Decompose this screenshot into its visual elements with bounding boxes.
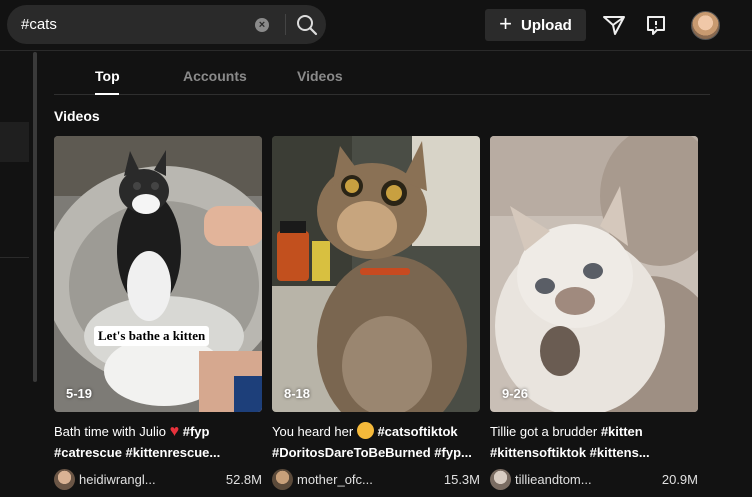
top-bar: × + Upload bbox=[0, 0, 752, 51]
caption-text: Tillie got a brudder bbox=[490, 424, 601, 439]
inbox-button[interactable] bbox=[643, 12, 669, 38]
hashtags[interactable]: #DoritosDareToBeBurned #fyp... bbox=[272, 445, 472, 460]
user-avatar[interactable] bbox=[54, 469, 75, 490]
video-caption[interactable]: Bath time with Julio ♥ #fyp #catrescue #… bbox=[54, 421, 262, 463]
plus-icon: + bbox=[499, 11, 512, 36]
sidebar-scrollbar[interactable] bbox=[33, 52, 37, 382]
video-date: 9-26 bbox=[502, 386, 529, 401]
tab-top[interactable]: Top bbox=[95, 68, 120, 84]
video-caption[interactable]: You heard her #catsoftiktok #DoritosDare… bbox=[272, 421, 480, 463]
hashtags[interactable]: #catrescue #kittenrescue... bbox=[54, 445, 220, 460]
user-avatar[interactable] bbox=[272, 469, 293, 490]
search-icon bbox=[297, 15, 318, 36]
video-thumbnail[interactable]: 8-18 bbox=[272, 136, 480, 412]
face-emoji-icon bbox=[356, 422, 374, 439]
message-icon bbox=[647, 16, 665, 35]
user-avatar[interactable] bbox=[490, 469, 511, 490]
hashtag[interactable]: #fyp bbox=[183, 424, 210, 439]
caption-text: Bath time with Julio bbox=[54, 424, 170, 439]
profile-avatar[interactable] bbox=[691, 11, 720, 40]
video-card[interactable]: 8-18 You heard her #catsoftiktok #Dorito… bbox=[272, 136, 480, 491]
video-date: 5-19 bbox=[66, 386, 93, 401]
clear-search-icon[interactable]: × bbox=[255, 18, 269, 32]
sidebar-divider bbox=[0, 257, 29, 258]
tab-videos[interactable]: Videos bbox=[297, 68, 343, 84]
video-card[interactable]: Let's bathe a kitten 5-19 Bath time with… bbox=[54, 136, 262, 491]
hashtags[interactable]: #kittensoftiktok #kittens... bbox=[490, 445, 650, 460]
video-date: 8-18 bbox=[284, 386, 311, 401]
search-bar: × bbox=[7, 5, 326, 44]
video-overlay-text: Let's bathe a kitten bbox=[94, 326, 210, 346]
video-caption[interactable]: Tillie got a brudder #kitten #kittensoft… bbox=[490, 421, 698, 463]
tab-accounts[interactable]: Accounts bbox=[183, 68, 247, 84]
video-meta: mother_ofc... 15.3M bbox=[272, 469, 480, 491]
video-meta: tillieandtom... 20.9M bbox=[490, 469, 698, 491]
hashtag[interactable]: #kitten bbox=[601, 424, 643, 439]
video-card[interactable]: 9-26 Tillie got a brudder #kitten #kitte… bbox=[490, 136, 698, 491]
section-title: Videos bbox=[54, 108, 100, 124]
video-thumbnail[interactable]: 9-26 bbox=[490, 136, 698, 412]
search-tabs: Top Accounts Videos bbox=[54, 52, 710, 95]
username[interactable]: tillieandtom... bbox=[515, 472, 592, 487]
hashtag[interactable]: #catsoftiktok bbox=[377, 424, 457, 439]
upload-button[interactable]: + Upload bbox=[485, 9, 586, 41]
upload-label: Upload bbox=[521, 16, 572, 34]
view-count: 20.9M bbox=[661, 472, 698, 487]
search-divider bbox=[285, 14, 286, 35]
active-tab-indicator bbox=[95, 93, 119, 95]
view-count: 52.8M bbox=[225, 472, 262, 487]
video-meta: heidiwrangl... 52.8M bbox=[54, 469, 262, 491]
search-button[interactable] bbox=[295, 13, 319, 37]
view-count: 15.3M bbox=[443, 472, 480, 487]
paper-plane-icon bbox=[603, 16, 625, 35]
sidebar bbox=[0, 52, 33, 497]
caption-text: You heard her bbox=[272, 424, 357, 439]
username[interactable]: mother_ofc... bbox=[297, 472, 373, 487]
video-thumbnail[interactable]: Let's bathe a kitten 5-19 bbox=[54, 136, 262, 412]
messages-button[interactable] bbox=[601, 12, 627, 38]
search-input[interactable] bbox=[21, 5, 241, 44]
username[interactable]: heidiwrangl... bbox=[79, 472, 156, 487]
heart-emoji-icon: ♥ bbox=[169, 423, 180, 440]
sidebar-item[interactable] bbox=[0, 122, 29, 162]
